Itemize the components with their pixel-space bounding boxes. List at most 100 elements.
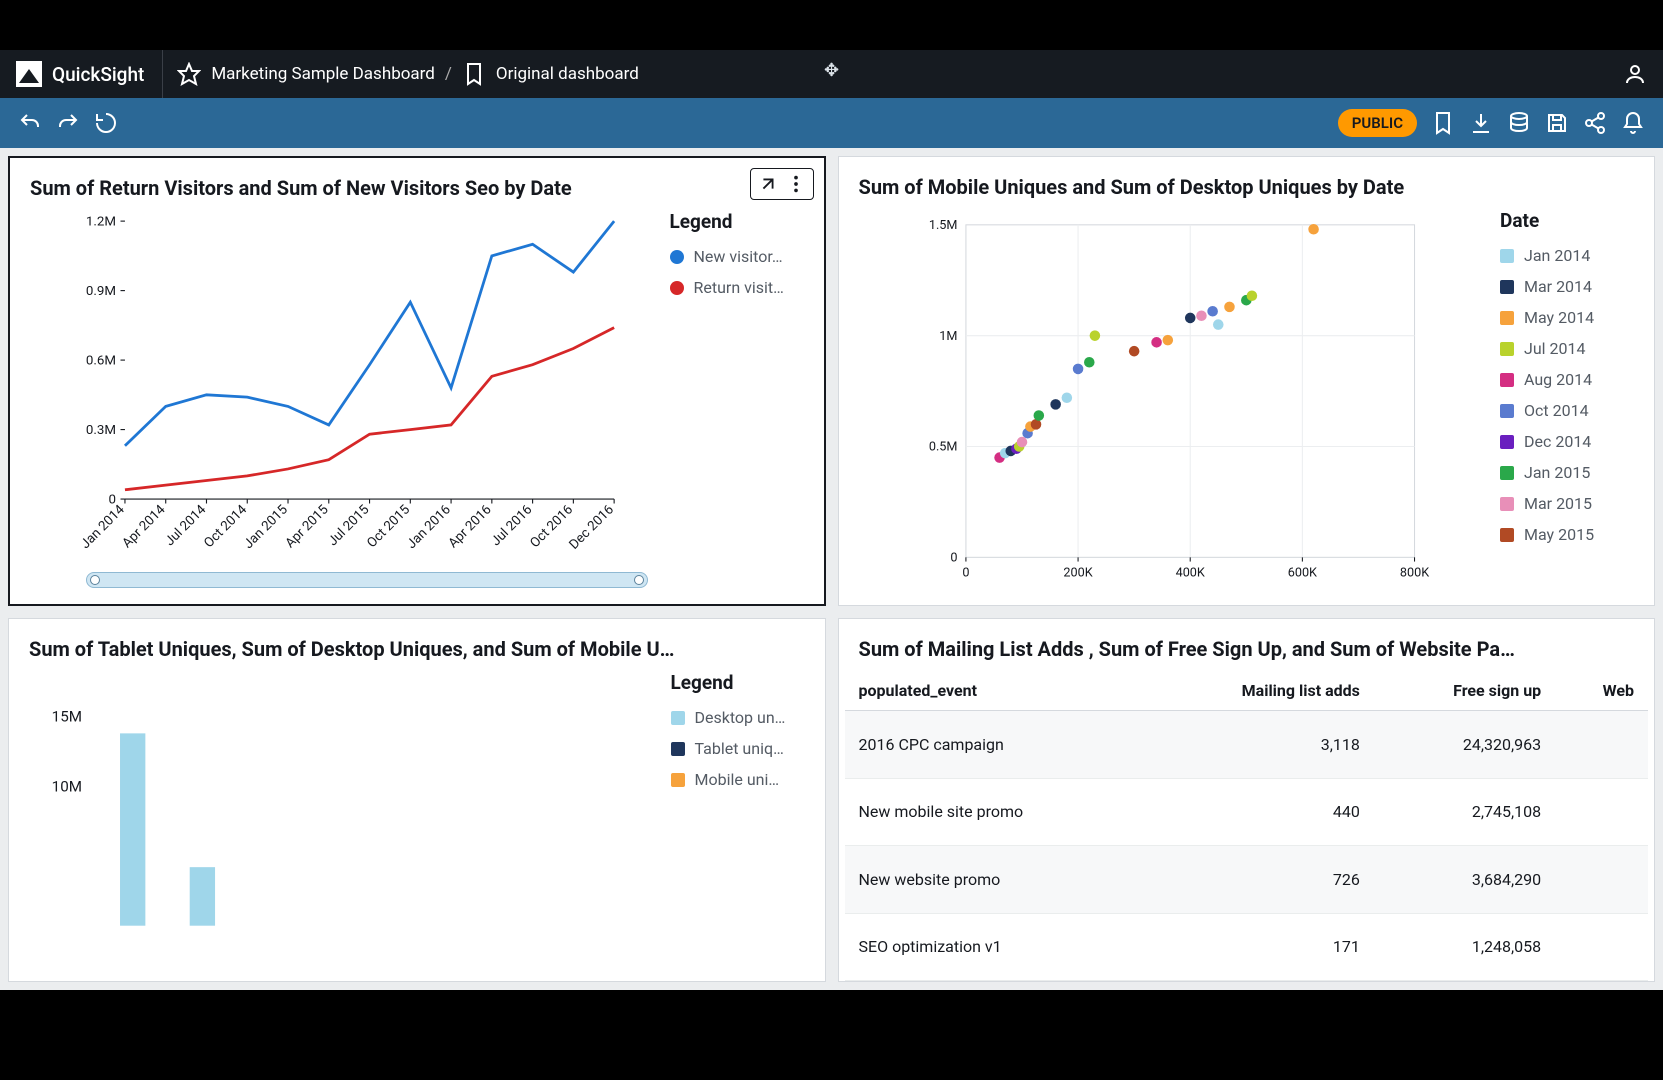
table-header[interactable]: populated_event <box>845 671 1146 711</box>
legend-item[interactable]: Mar 2014 <box>1500 277 1638 296</box>
legend-label: Mar 2015 <box>1524 494 1592 513</box>
table-row[interactable]: SEO optimization v11711,248,058 <box>845 913 1649 981</box>
legend-item[interactable]: Tablet uniq… <box>671 739 809 758</box>
legend-item[interactable]: Mobile uni… <box>671 770 809 789</box>
legend-swatch <box>1500 528 1514 542</box>
legend-item[interactable]: Aug 2014 <box>1500 370 1638 389</box>
table-cell <box>1555 913 1648 981</box>
breadcrumb-separator: / <box>445 64 452 84</box>
svg-text:400K: 400K <box>1175 565 1204 580</box>
chart-scrollbar[interactable] <box>86 572 648 588</box>
panel-menu <box>750 168 814 200</box>
svg-text:15M: 15M <box>52 708 82 726</box>
legend-swatch <box>1500 404 1514 418</box>
svg-text:1M: 1M <box>939 329 957 344</box>
table-cell: 726 <box>1145 846 1373 914</box>
bar-chart[interactable]: 10M15M <box>25 671 659 965</box>
table-row[interactable]: 2016 CPC campaign3,11824,320,963 <box>845 711 1649 779</box>
svg-text:0: 0 <box>962 565 969 580</box>
legend-item[interactable]: Jan 2015 <box>1500 463 1638 482</box>
public-badge[interactable]: PUBLIC <box>1338 109 1417 137</box>
legend-item[interactable]: Jan 2014 <box>1500 246 1638 265</box>
legend-label: Desktop un… <box>695 708 786 727</box>
table-row[interactable]: New mobile site promo4402,745,108 <box>845 778 1649 846</box>
svg-text:0.6M: 0.6M <box>86 354 116 369</box>
legend-label: Dec 2014 <box>1524 432 1591 451</box>
legend-item[interactable]: May 2015 <box>1500 525 1638 544</box>
breadcrumb-dashboard[interactable]: Marketing Sample Dashboard <box>211 64 435 84</box>
database-icon[interactable] <box>1507 111 1531 135</box>
panel-visitors[interactable]: Sum of Return Visitors and Sum of New Vi… <box>8 156 826 606</box>
legend-swatch <box>1500 280 1514 294</box>
svg-text:0: 0 <box>950 551 957 566</box>
share-icon[interactable] <box>1583 111 1607 135</box>
svg-text:Jan 2015: Jan 2015 <box>241 502 291 552</box>
table-cell: 2016 CPC campaign <box>845 711 1146 779</box>
table-cell: New website promo <box>845 846 1146 914</box>
svg-text:Apr 2016: Apr 2016 <box>446 502 495 551</box>
undo-icon[interactable] <box>18 111 42 135</box>
brand[interactable]: QuickSight <box>16 50 163 98</box>
legend-label: May 2014 <box>1524 308 1594 327</box>
svg-text:200K: 200K <box>1063 565 1092 580</box>
svg-text:Jan 2014: Jan 2014 <box>78 502 128 552</box>
legend-label: Return visit… <box>694 278 784 297</box>
reset-icon[interactable] <box>94 111 118 135</box>
legend-swatch <box>671 742 685 756</box>
panel-uniques[interactable]: Sum of Mobile Uniques and Sum of Desktop… <box>838 156 1656 606</box>
legend-swatch <box>1500 249 1514 263</box>
svg-text:Apr 2015: Apr 2015 <box>283 502 332 551</box>
legend: Date Jan 2014Mar 2014May 2014Jul 2014Aug… <box>1488 209 1638 589</box>
legend: Legend Desktop un… Tablet uniq… Mobile uni… <box>659 671 809 965</box>
svg-text:0.3M: 0.3M <box>86 423 116 438</box>
legend-swatch <box>1500 497 1514 511</box>
svg-text:Jan 2016: Jan 2016 <box>404 502 454 552</box>
legend-item[interactable]: Mar 2015 <box>1500 494 1638 513</box>
legend-item[interactable]: Jul 2014 <box>1500 339 1638 358</box>
legend-label: Oct 2014 <box>1524 401 1589 420</box>
scroll-handle-left[interactable] <box>90 575 100 585</box>
panel-devices[interactable]: Sum of Tablet Uniques, Sum of Desktop Un… <box>8 618 826 982</box>
table-row[interactable]: New website promo7263,684,290 <box>845 846 1649 914</box>
panel-title: Sum of Mobile Uniques and Sum of Desktop… <box>839 157 1655 209</box>
panel-events[interactable]: Sum of Mailing List Adds , Sum of Free S… <box>838 618 1656 982</box>
legend-item[interactable]: May 2014 <box>1500 308 1638 327</box>
panel-title: Sum of Return Visitors and Sum of New Vi… <box>10 158 824 210</box>
redo-icon[interactable] <box>56 111 80 135</box>
svg-text:600K: 600K <box>1287 565 1316 580</box>
move-handle-icon[interactable]: ✥ <box>824 60 839 81</box>
legend: Legend New visitor…Return visit… <box>658 210 808 588</box>
legend-swatch <box>671 773 685 787</box>
save-icon[interactable] <box>1545 111 1569 135</box>
table-header[interactable]: Mailing list adds <box>1145 671 1373 711</box>
table-cell: 171 <box>1145 913 1373 981</box>
download-icon[interactable] <box>1469 111 1493 135</box>
table-cell: 1,248,058 <box>1374 913 1555 981</box>
more-icon[interactable] <box>785 173 807 195</box>
star-icon[interactable] <box>177 62 201 86</box>
expand-icon[interactable] <box>757 173 779 195</box>
scatter-chart[interactable]: 00.5M1M1.5M0200K400K600K800K <box>855 209 1489 589</box>
legend-swatch <box>1500 342 1514 356</box>
table-cell <box>1555 711 1648 779</box>
legend-item[interactable]: Desktop un… <box>671 708 809 727</box>
legend-item[interactable]: New visitor… <box>670 247 808 266</box>
legend-swatch <box>1500 435 1514 449</box>
line-chart[interactable]: 00.3M0.6M0.9M1.2MJan 2014Apr 2014Jul 201… <box>26 210 658 588</box>
legend-label: Aug 2014 <box>1524 370 1592 389</box>
legend-item[interactable]: Dec 2014 <box>1500 432 1638 451</box>
events-table[interactable]: populated_eventMailing list addsFree sig… <box>845 671 1649 981</box>
legend-swatch <box>1500 373 1514 387</box>
legend-item[interactable]: Oct 2014 <box>1500 401 1638 420</box>
bookmark-toolbar-icon[interactable] <box>1431 111 1455 135</box>
legend-swatch <box>670 281 684 295</box>
breadcrumb-view[interactable]: Original dashboard <box>496 64 639 84</box>
bell-icon[interactable] <box>1621 111 1645 135</box>
legend-item[interactable]: Return visit… <box>670 278 808 297</box>
legend-label: Mobile uni… <box>695 770 780 789</box>
legend-title: Legend <box>671 671 809 694</box>
table-header[interactable]: Web <box>1555 671 1648 711</box>
user-icon[interactable] <box>1623 62 1647 86</box>
table-header[interactable]: Free sign up <box>1374 671 1555 711</box>
scroll-handle-right[interactable] <box>634 575 644 585</box>
